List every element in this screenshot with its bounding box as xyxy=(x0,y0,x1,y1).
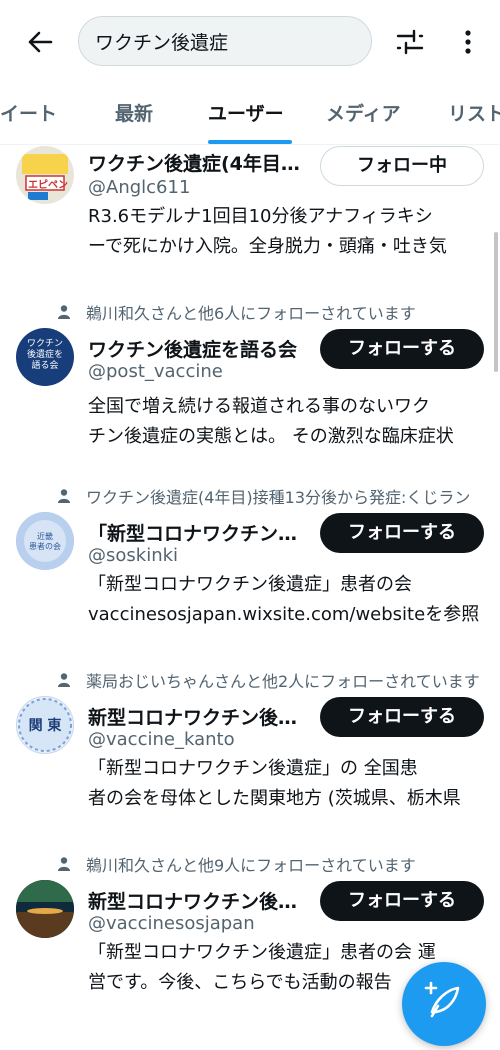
display-name[interactable]: ワクチン後遺症を語る会 xyxy=(88,335,303,362)
user-bio: R3.6モデルナ1回目10分後アナフィラキシ ーで死にかけ入院。全身脱力・頭痛・… xyxy=(88,202,484,262)
bio-line: チン後遺症の実態とは。 その激烈な臨床症状 xyxy=(88,426,454,447)
person-icon xyxy=(58,489,70,503)
avatar-label: エピペン xyxy=(28,180,68,191)
social-context-text: 薬局おじいちゃんさんと他2人にフォローされています xyxy=(86,672,480,691)
bio-line: vaccinesosjapan.wixsite.com/websiteを参照 xyxy=(88,604,480,625)
search-input[interactable] xyxy=(95,17,355,65)
display-name[interactable]: 新型コロナワクチン後遺症患者の会 xyxy=(88,887,303,914)
search-tabs: イート 最新 ユーザー メディア リスト xyxy=(0,86,500,145)
tab-top[interactable]: イート xyxy=(0,86,57,144)
person-icon xyxy=(58,305,70,319)
social-context-text: ワクチン後遺症(4年目)接種13分後から発症:くじラン xyxy=(86,488,471,507)
scrollbar[interactable] xyxy=(494,232,498,372)
display-name[interactable]: ワクチン後遺症(4年目)接種13分後から発症:くじラン xyxy=(88,149,303,176)
bio-line: ーで死にかけ入院。全身脱力・頭痛・吐き気 xyxy=(88,236,447,257)
user-result[interactable]: エピペン ワクチン後遺症(4年目)接種13分後から発症:くじラン @Anglc6… xyxy=(0,144,500,294)
bio-line: 「新型コロナワクチン後遺症」患者の会 xyxy=(88,574,412,595)
follow-button[interactable]: フォローする xyxy=(320,329,484,369)
search-filter-icon[interactable] xyxy=(394,26,426,58)
follow-button[interactable]: フォローする xyxy=(320,513,484,553)
bio-line: 「新型コロナワクチン後遺症」の 全国患 xyxy=(88,758,418,779)
user-result[interactable]: 鵜川和久さんと他6人にフォローされています ワクチン 後遺症を 語る会 ワクチン… xyxy=(0,298,500,478)
user-bio: 全国で増え続ける報道される事のないワク チン後遺症の実態とは。 その激烈な臨床症… xyxy=(88,392,484,452)
follow-button[interactable]: フォローする xyxy=(320,697,484,737)
bio-line: 全国で増え続ける報道される事のないワク xyxy=(88,396,430,417)
more-options-icon[interactable] xyxy=(456,26,480,58)
feather-plus-icon xyxy=(424,981,460,1018)
tab-media[interactable]: メディア xyxy=(326,86,401,144)
avatar[interactable]: エピペン xyxy=(16,146,74,204)
user-bio: 「新型コロナワクチン後遺症」患者の会 vaccinesosjapan.wixsi… xyxy=(88,570,484,630)
display-name[interactable]: 新型コロナワクチン後遺症患者の会 関東 xyxy=(88,703,303,730)
user-handle[interactable]: @soskinki xyxy=(88,545,178,566)
person-icon xyxy=(58,673,70,687)
back-arrow-icon[interactable] xyxy=(22,26,58,58)
user-bio: 「新型コロナワクチン後遺症」の 全国患 者の会を母体とした関東地方 (茨城県、栃… xyxy=(88,754,484,814)
user-result[interactable]: ワクチン後遺症(4年目)接種13分後から発症:くじラン 近畿 患者の会 「新型コ… xyxy=(0,482,500,662)
avatar-label: 関 東 xyxy=(28,718,62,734)
follow-button[interactable]: フォローする xyxy=(320,881,484,921)
bio-line: 者の会を母体とした関東地方 (茨城県、栃木県 xyxy=(88,788,461,809)
top-bar xyxy=(0,0,500,86)
avatar[interactable]: 近畿 患者の会 xyxy=(16,512,74,570)
social-context: 鵜川和久さんと他6人にフォローされています xyxy=(58,300,483,324)
avatar[interactable] xyxy=(16,880,74,938)
display-name[interactable]: 「新型コロナワクチン後遺症」患者の会 xyxy=(88,519,303,546)
social-context: ワクチン後遺症(4年目)接種13分後から発症:くじラン xyxy=(58,484,483,508)
search-box[interactable] xyxy=(78,16,372,66)
avatar-line: ワクチン xyxy=(26,339,63,349)
avatar-line: 近畿 xyxy=(37,532,53,541)
avatar-line: 後遺症を xyxy=(26,350,63,360)
social-context-text: 鵜川和久さんと他6人にフォローされています xyxy=(86,304,416,323)
social-context-text: 鵜川和久さんと他9人にフォローされています xyxy=(86,856,416,875)
user-result[interactable]: 薬局おじいちゃんさんと他2人にフォローされています 関 東 新型コロナワクチン後… xyxy=(0,666,500,846)
tab-lists[interactable]: リスト xyxy=(448,86,500,144)
social-context: 薬局おじいちゃんさんと他2人にフォローされています xyxy=(58,668,483,692)
user-handle[interactable]: @post_vaccine xyxy=(88,361,223,382)
tab-latest[interactable]: 最新 xyxy=(115,86,153,144)
bio-line: R3.6モデルナ1回目10分後アナフィラキシ xyxy=(88,206,433,227)
avatar[interactable]: ワクチン 後遺症を 語る会 xyxy=(16,328,74,386)
avatar-line: 語る会 xyxy=(31,361,59,371)
person-icon xyxy=(58,857,70,871)
avatar[interactable]: 関 東 xyxy=(16,696,74,754)
user-handle[interactable]: @vaccinesosjapan xyxy=(88,913,255,934)
social-context: 鵜川和久さんと他9人にフォローされています xyxy=(58,852,483,876)
user-handle[interactable]: @vaccine_kanto xyxy=(88,729,235,750)
avatar-line: 患者の会 xyxy=(29,542,61,551)
compose-button[interactable] xyxy=(402,962,486,1046)
tab-users[interactable]: ユーザー xyxy=(208,86,284,144)
user-handle[interactable]: @Anglc611 xyxy=(88,177,190,198)
following-button[interactable]: フォロー中 xyxy=(320,146,484,186)
